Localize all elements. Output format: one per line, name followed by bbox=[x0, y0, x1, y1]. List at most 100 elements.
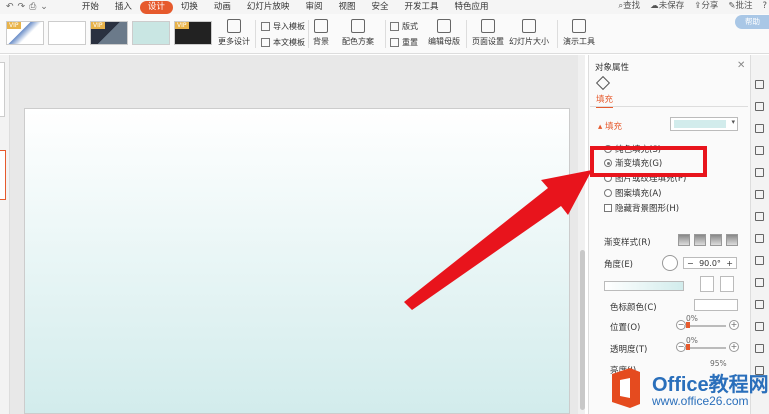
plus-icon[interactable]: + bbox=[726, 259, 733, 268]
slide-size-button[interactable]: 幻灯片大小 bbox=[509, 19, 549, 47]
copy-icon[interactable] bbox=[755, 102, 764, 111]
menu-tab[interactable]: 幻灯片放映 bbox=[239, 1, 298, 14]
menu-tab[interactable]: 切换 bbox=[173, 1, 206, 14]
image-icon[interactable] bbox=[755, 322, 764, 331]
watermark: Office教程网 www.office26.com bbox=[608, 366, 769, 414]
option-hide-background[interactable]: 隐藏背景图形(H) bbox=[604, 202, 679, 214]
transform-icon[interactable] bbox=[755, 190, 764, 199]
scrollbar-thumb[interactable] bbox=[580, 250, 585, 410]
fill-color-dropdown[interactable]: ▾ bbox=[670, 117, 738, 131]
chart-icon[interactable] bbox=[755, 212, 764, 221]
settings-icon[interactable] bbox=[755, 234, 764, 243]
menu-tab[interactable]: 特色应用 bbox=[447, 1, 497, 14]
master-icon bbox=[437, 19, 451, 33]
menu-tab[interactable]: 开始 bbox=[74, 1, 107, 14]
divider bbox=[590, 106, 748, 107]
table-icon[interactable] bbox=[755, 168, 764, 177]
star-icon[interactable] bbox=[755, 80, 764, 89]
unsaved-button[interactable]: ☁未保存 bbox=[650, 0, 684, 13]
template-thumb-4[interactable] bbox=[132, 21, 170, 45]
template-thumb-3[interactable]: VIP bbox=[90, 21, 128, 45]
export-icon[interactable] bbox=[755, 278, 764, 287]
comment-button[interactable]: ✎批注 bbox=[728, 0, 752, 13]
page-setup-button[interactable]: 页面设置 bbox=[472, 19, 504, 47]
this-template-button[interactable]: 本文模板 bbox=[261, 37, 305, 48]
gradient-style-rect[interactable] bbox=[710, 234, 722, 246]
position-slider[interactable] bbox=[684, 325, 726, 327]
increase-icon[interactable]: + bbox=[729, 320, 739, 330]
gradient-style-radial[interactable] bbox=[694, 234, 706, 246]
minus-icon[interactable]: − bbox=[687, 259, 694, 268]
palette-icon bbox=[351, 19, 365, 33]
angle-dial[interactable] bbox=[662, 255, 678, 271]
more-icon[interactable]: ⌄ bbox=[40, 2, 48, 12]
reset-button[interactable]: 重置 bbox=[390, 37, 418, 48]
menu-tab[interactable]: 设计 bbox=[139, 0, 173, 14]
transparency-slider-knob[interactable] bbox=[686, 344, 690, 350]
gradient-style-linear[interactable] bbox=[678, 234, 690, 246]
shape-icon[interactable] bbox=[755, 124, 764, 133]
transparency-label: 透明度(T) bbox=[610, 345, 648, 355]
share-button[interactable]: ⇪分享 bbox=[694, 0, 718, 13]
increase-icon[interactable]: + bbox=[729, 342, 739, 352]
slide-thumbnail-selected[interactable] bbox=[0, 150, 6, 200]
menu-tab[interactable]: 审阅 bbox=[297, 1, 330, 14]
fill-icon[interactable] bbox=[755, 146, 764, 155]
fill-section-header[interactable]: ▴ 填充 bbox=[598, 120, 622, 132]
search-button[interactable]: ⌕查找 bbox=[618, 0, 640, 13]
import-template-button[interactable]: 导入模板 bbox=[261, 21, 305, 32]
background-label: 背景 bbox=[313, 37, 329, 46]
slide-canvas[interactable] bbox=[24, 108, 570, 414]
template-thumb-2[interactable] bbox=[48, 21, 86, 45]
slide-size-icon bbox=[522, 19, 536, 33]
menu-tab[interactable]: 插入 bbox=[107, 1, 140, 14]
edit-master-label: 编辑母版 bbox=[428, 37, 460, 46]
help-badge[interactable]: 帮助 bbox=[735, 15, 769, 29]
template-thumb-5[interactable]: VIP bbox=[174, 21, 212, 45]
reset-label: 重置 bbox=[402, 38, 418, 47]
option-pattern-fill[interactable]: 图案填充(A) bbox=[604, 187, 661, 199]
position-slider-knob[interactable] bbox=[686, 322, 690, 328]
template-thumb-1[interactable]: VIP bbox=[6, 21, 44, 45]
close-icon[interactable]: ✕ bbox=[737, 60, 745, 71]
template-icon bbox=[261, 38, 270, 47]
text-icon[interactable] bbox=[755, 300, 764, 309]
menu-tab[interactable]: 开发工具 bbox=[396, 1, 446, 14]
gradient-style-label: 渐变样式(R) bbox=[604, 238, 651, 248]
office-logo-icon bbox=[612, 368, 640, 408]
angle-label: 角度(E) bbox=[604, 260, 634, 270]
watermark-title: Office教程网 bbox=[652, 374, 769, 396]
menu-tab[interactable]: 视图 bbox=[330, 1, 363, 14]
pane-title[interactable]: 对象属性 bbox=[595, 61, 629, 73]
layout-button[interactable]: 版式 bbox=[390, 21, 418, 32]
highlight-box bbox=[590, 146, 707, 177]
radio[interactable] bbox=[604, 189, 612, 197]
stop-color-dropdown[interactable] bbox=[694, 299, 738, 311]
slide-thumbnail[interactable] bbox=[0, 62, 5, 117]
help-icon[interactable]: ? bbox=[762, 0, 767, 13]
more-design-button[interactable]: 更多设计 bbox=[218, 19, 250, 47]
edit-master-button[interactable]: 编辑母版 bbox=[428, 19, 460, 47]
add-stop-button[interactable] bbox=[700, 276, 714, 292]
undo-icon[interactable]: ↶ bbox=[6, 2, 14, 12]
menu-tab[interactable]: 动画 bbox=[206, 1, 239, 14]
presentation-tools-button[interactable]: 演示工具 bbox=[563, 19, 595, 47]
background-button[interactable]: 背景 bbox=[313, 19, 329, 47]
color-scheme-button[interactable]: 配色方案 bbox=[342, 19, 374, 47]
document-icon[interactable] bbox=[755, 256, 764, 265]
redo-icon[interactable]: ↷ bbox=[18, 2, 26, 12]
transparency-slider[interactable] bbox=[684, 347, 726, 349]
angle-stepper[interactable]: −90.0° + bbox=[683, 257, 737, 269]
gradient-stop-bar[interactable] bbox=[604, 281, 684, 291]
option-label: 隐藏背景图形(H) bbox=[615, 204, 680, 214]
this-template-label: 本文模板 bbox=[273, 38, 305, 47]
layout-label: 版式 bbox=[402, 22, 418, 31]
audio-icon[interactable] bbox=[755, 344, 764, 353]
layout-icon bbox=[390, 22, 399, 31]
remove-stop-button[interactable] bbox=[720, 276, 734, 292]
checkbox[interactable] bbox=[604, 204, 612, 212]
page-setup-icon bbox=[481, 19, 495, 33]
print-icon[interactable]: ⎙ bbox=[29, 2, 36, 12]
menu-tab[interactable]: 安全 bbox=[363, 1, 396, 14]
gradient-style-path[interactable] bbox=[726, 234, 738, 246]
